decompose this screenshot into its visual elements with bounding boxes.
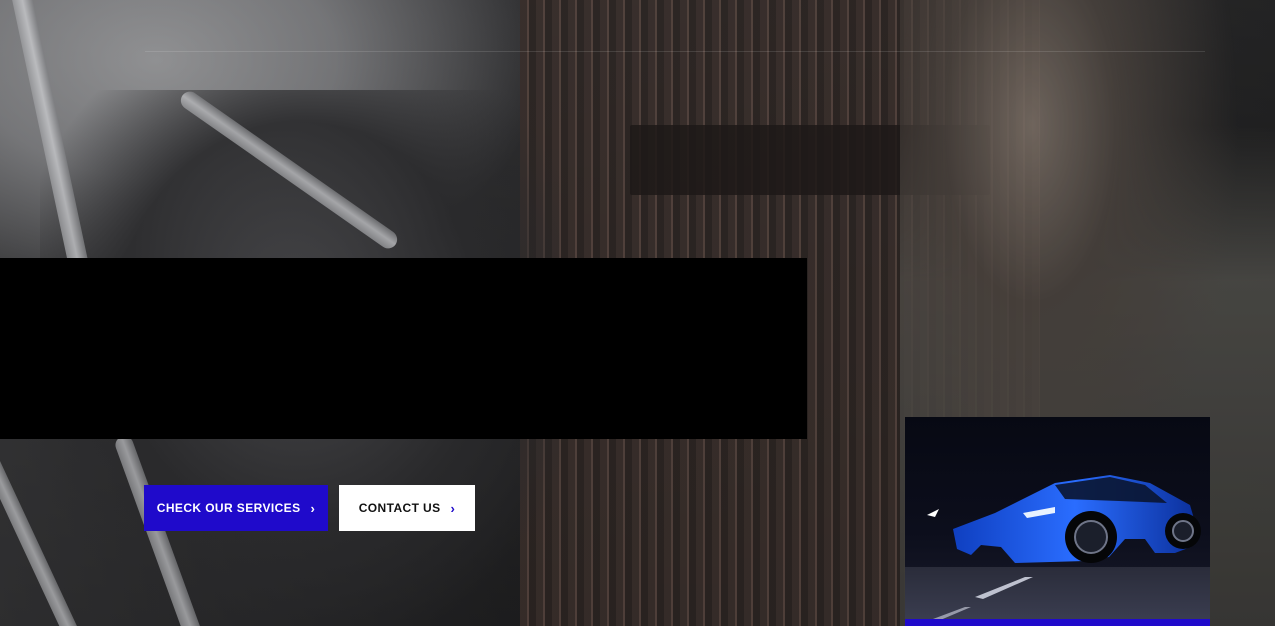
header-divider	[145, 51, 1205, 52]
redacted-headline-block	[0, 258, 807, 439]
contact-us-label: CONTACT US	[358, 501, 441, 515]
chevron-right-icon: ›	[310, 500, 316, 516]
sports-car-image	[925, 475, 1201, 624]
hero-section: CHECK OUR SERVICES › CONTACT US ›	[0, 0, 1275, 626]
featured-car-card[interactable]	[905, 417, 1210, 626]
contact-us-button[interactable]: CONTACT US ›	[339, 485, 475, 531]
check-our-services-label: CHECK OUR SERVICES	[156, 501, 301, 515]
check-our-services-button[interactable]: CHECK OUR SERVICES ›	[144, 485, 328, 531]
chevron-right-icon: ›	[450, 500, 456, 516]
card-accent-strip	[905, 619, 1210, 626]
